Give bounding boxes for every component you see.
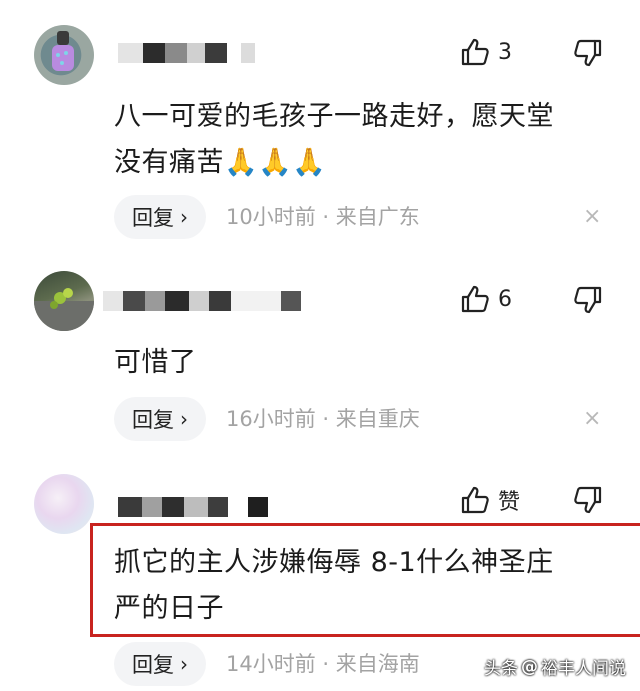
thumb-up-icon: [461, 486, 489, 514]
reply-button[interactable]: 回复 ›: [114, 195, 206, 239]
thumb-up-icon: [461, 38, 489, 66]
like-count: 3: [498, 39, 512, 65]
comment-text: 可惜了: [114, 347, 197, 378]
like-count: 6: [498, 286, 512, 312]
chevron-right-icon: ›: [180, 652, 188, 676]
highlight-box: [90, 523, 640, 637]
like-button[interactable]: 赞: [460, 484, 520, 516]
comment-text: 八一可爱的毛孩子一路走好，愿天堂 没有痛苦🙏🙏🙏: [114, 101, 554, 178]
like-button[interactable]: 6: [460, 284, 512, 314]
like-button[interactable]: 3: [460, 37, 512, 67]
username-masked: [118, 43, 255, 63]
thumb-down-icon[interactable]: [573, 38, 603, 68]
username-masked: [103, 291, 301, 311]
thumb-up-icon: [461, 285, 489, 313]
comment-meta: 14小时前 · 来自海南: [226, 652, 420, 676]
comment-meta: 16小时前 · 来自重庆: [226, 407, 420, 431]
thumb-down-icon[interactable]: [573, 285, 603, 315]
username-masked: [118, 497, 268, 517]
reply-button[interactable]: 回复 ›: [114, 642, 206, 686]
reply-button[interactable]: 回复 ›: [114, 397, 206, 441]
comment-meta: 10小时前 · 来自广东: [226, 205, 420, 229]
chevron-right-icon: ›: [180, 407, 188, 431]
avatar[interactable]: [34, 474, 94, 534]
like-label: 赞: [498, 490, 521, 515]
close-icon[interactable]: ×: [583, 195, 601, 239]
avatar[interactable]: [34, 271, 94, 331]
watermark: 头条 @ 裕丰人间说: [484, 656, 626, 680]
close-icon[interactable]: ×: [583, 397, 601, 441]
thumb-down-icon[interactable]: [573, 485, 603, 515]
chevron-right-icon: ›: [180, 205, 188, 229]
avatar[interactable]: [34, 25, 94, 85]
